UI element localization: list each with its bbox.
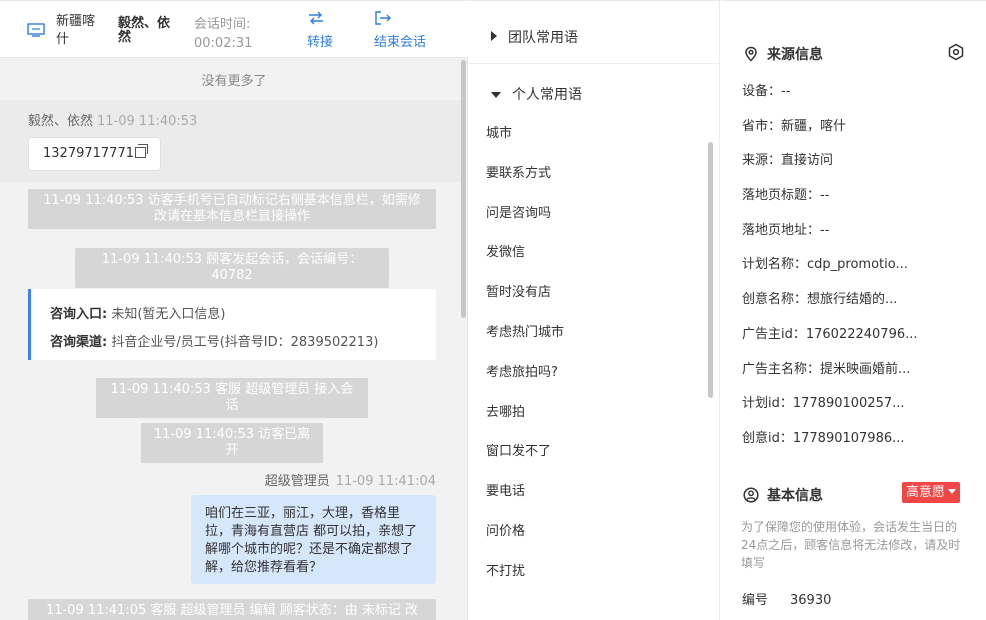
phrase-item[interactable]: 考虑热门城市	[486, 324, 564, 364]
team-phrases-label: 团队常用语	[508, 30, 578, 46]
consult-entry-card: 咨询入口: 未知(暂无入口信息) 咨询渠道: 抖音企业号/员工号(抖音号ID：2…	[28, 289, 436, 360]
transfer-label: 转接	[307, 35, 334, 50]
source-info-item: 创意id：177890107986...	[742, 430, 905, 446]
source-info-item: 落地页标题：--	[742, 188, 830, 204]
agent-name: 超级管理员	[264, 474, 330, 489]
monitor-icon	[27, 23, 45, 37]
phrase-item[interactable]: 要联系方式	[486, 165, 564, 205]
personal-phrases-label: 个人常用语	[512, 87, 582, 103]
personal-phrases-group[interactable]: 个人常用语	[491, 84, 582, 104]
phrase-item[interactable]: 不打扰	[486, 563, 564, 603]
intent-badge-dropdown[interactable]: 高意愿	[902, 482, 961, 503]
caret-right-icon	[491, 31, 497, 41]
customer-number-row: 编号 36930	[742, 589, 831, 608]
transfer-button[interactable]: 转接	[307, 11, 333, 50]
divider	[469, 63, 719, 64]
phrase-item[interactable]: 问是咨询吗	[486, 205, 564, 245]
source-info-title: 来源信息	[743, 44, 823, 64]
end-session-button[interactable]: 结束会话	[374, 11, 426, 50]
source-info-item: 广告主名称：提米映画婚前...	[742, 361, 911, 377]
source-info-item: 设备：--	[742, 84, 791, 99]
agent-message-bubble: 咱们在三亚，丽江，大理，香格里拉，青海有直营店 都可以拍，亲想了解哪个城市的呢？…	[191, 495, 436, 584]
system-message: 11-09 11:40:53 客服 超级管理员 接入会话	[96, 378, 368, 418]
phrase-item[interactable]: 窗口发不了	[486, 443, 564, 483]
phrase-list: 城市 要联系方式 问是咨询吗 发微信 暂时没有店 考虑热门城市 考虑旅拍吗? 去…	[486, 125, 564, 603]
phrase-item[interactable]: 城市	[486, 125, 564, 165]
system-message: 11-09 11:40:53 访客已离开	[141, 423, 323, 463]
message-time: 11-09 11:41:04	[335, 474, 436, 489]
channel-value: 抖音企业号/员工号(抖音号ID：2839502213)	[111, 335, 379, 350]
source-info-item: 来源：直接访问	[742, 153, 834, 169]
phrase-item[interactable]: 考虑旅拍吗?	[486, 364, 564, 404]
source-info-list: 设备：-- 省市：新疆，喀什 来源：直接访问 落地页标题：-- 落地页地址：--…	[742, 82, 972, 464]
chat-panel: 新疆喀什 毅然、依然 会话时间: 00:02:31 转接 结束会话 没有更多了 …	[0, 0, 468, 620]
session-time: 00:02:31	[194, 36, 253, 51]
system-message: 11-09 11:40:53 访客手机号已自动标记右侧基本信息栏，如需修改请在基…	[28, 189, 436, 229]
phrase-item[interactable]: 问价格	[486, 523, 564, 563]
visitor-name: 毅然、依然	[118, 16, 171, 45]
intent-badge-label: 高意愿	[906, 485, 946, 500]
settings-hex-icon[interactable]	[947, 43, 965, 61]
source-info-label: 来源信息	[767, 47, 823, 63]
entry-label: 咨询入口:	[50, 307, 108, 322]
channel-label: 咨询渠道:	[50, 335, 108, 350]
chat-messages[interactable]: 没有更多了 毅然、依然 11-09 11:40:53 13279717771 11…	[0, 58, 468, 620]
sender-name: 毅然、依然	[28, 114, 94, 129]
chat-scrollbar[interactable]	[461, 60, 466, 318]
visitor-info-panel: 来源信息 设备：-- 省市：新疆，喀什 来源：直接访问 落地页标题：-- 落地页…	[721, 0, 986, 620]
user-circle-icon	[743, 487, 759, 503]
message-time: 11-09 11:40:53	[97, 114, 198, 129]
end-session-label: 结束会话	[374, 35, 427, 50]
caret-down-icon	[948, 489, 957, 494]
system-message: 11-09 11:41:05 客服 超级管理员 编辑 顾客状态：由 未标记 改	[28, 599, 436, 620]
chat-header: 新疆喀什 毅然、依然 会话时间: 00:02:31 转接 结束会话	[0, 0, 468, 58]
caret-down-icon	[491, 92, 501, 98]
basic-info-title: 基本信息	[743, 485, 823, 505]
basic-info-label: 基本信息	[767, 488, 823, 504]
edit-notice: 为了保障您的使用体验，会话发生当日的24点之后，顾客信息将无法修改，请及时填写	[741, 520, 961, 570]
entry-value: 未知(暂无入口信息)	[111, 307, 226, 322]
source-info-item: 创意名称：想旅行结婚的...	[742, 292, 898, 308]
phrase-item[interactable]: 暂时没有店	[486, 284, 564, 324]
quick-phrase-panel: 团队常用语 个人常用语 城市 要联系方式 问是咨询吗 发微信 暂时没有店 考虑热…	[469, 0, 720, 620]
logout-icon	[375, 11, 391, 25]
visitor-message-sender: 毅然、依然 11-09 11:40:53	[28, 110, 197, 129]
source-info-item: 计划id：177890100257...	[742, 396, 905, 412]
team-phrases-group[interactable]: 团队常用语	[491, 27, 578, 47]
source-info-item: 省市：新疆，喀什	[742, 118, 847, 134]
phrase-scrollbar[interactable]	[708, 142, 713, 398]
source-info-item: 广告主id：176022240796...	[742, 326, 918, 342]
session-time-label: 会话时间:	[194, 17, 251, 32]
location-pin-icon	[745, 46, 757, 62]
phrase-item[interactable]: 要电话	[486, 483, 564, 523]
number-value: 36930	[790, 593, 832, 608]
source-info-item: 落地页地址：--	[742, 222, 830, 238]
visitor-phone-bubble: 13279717771	[28, 137, 161, 171]
system-message: 11-09 11:40:53 顾客发起会话，会话编号：40782	[75, 248, 389, 288]
phrase-item[interactable]: 去哪拍	[486, 404, 564, 444]
number-label: 编号	[742, 593, 769, 608]
visitor-location: 新疆喀什	[56, 14, 96, 47]
phone-text: 13279717771	[43, 146, 134, 161]
transfer-icon	[309, 11, 323, 25]
source-info-item: 计划名称：cdp_promotio...	[742, 257, 908, 273]
phrase-item[interactable]: 发微信	[486, 244, 564, 284]
copy-icon[interactable]	[134, 144, 148, 158]
no-more-hint: 没有更多了	[201, 74, 267, 89]
agent-message-sender: 超级管理员 11-09 11:41:04	[0, 470, 436, 489]
